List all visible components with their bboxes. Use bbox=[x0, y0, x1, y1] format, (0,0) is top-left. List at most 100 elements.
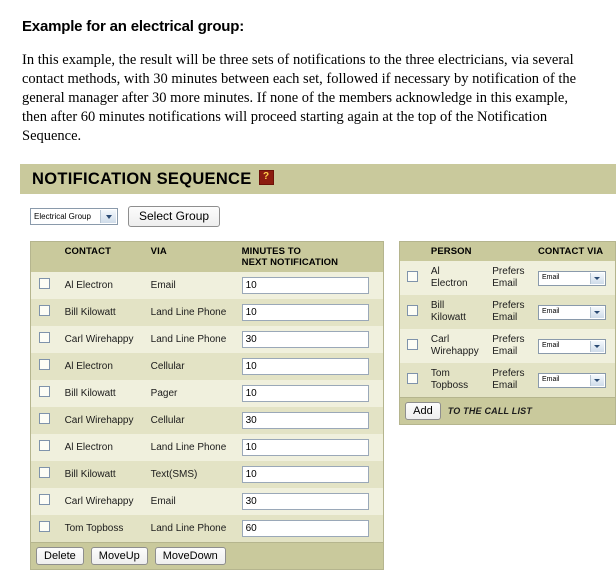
minutes-input[interactable] bbox=[241, 331, 369, 348]
person-prefers-cell: Prefers Email bbox=[486, 261, 532, 295]
person-name-cell: Tom Topboss bbox=[424, 363, 487, 397]
help-question-icon[interactable]: ? bbox=[258, 169, 274, 185]
row-select-cell bbox=[31, 488, 59, 515]
table-row: Bill Kilowatt Pager bbox=[31, 380, 384, 407]
table-row: Al Electron Land Line Phone bbox=[31, 434, 384, 461]
group-select-dropdown[interactable]: Electrical Group bbox=[30, 208, 118, 225]
prefers-line1: Prefers bbox=[492, 300, 525, 311]
table-row: Al Electron Email bbox=[31, 272, 384, 299]
row-checkbox[interactable] bbox=[39, 359, 51, 370]
row-checkbox[interactable] bbox=[39, 440, 51, 451]
row-select-cell bbox=[31, 407, 59, 434]
contact-via-value: Email bbox=[541, 308, 560, 315]
person-name-line2: Topboss bbox=[430, 380, 469, 391]
minutes-cell bbox=[235, 515, 384, 542]
moveup-button[interactable]: MoveUp bbox=[90, 547, 148, 565]
minutes-cell bbox=[235, 488, 384, 515]
person-table-head: PERSON CONTACT VIA bbox=[400, 242, 615, 261]
intro-paragraph: In this example, the result will be thre… bbox=[22, 52, 577, 144]
minutes-input[interactable] bbox=[241, 520, 369, 537]
minutes-input[interactable] bbox=[241, 358, 369, 375]
prefers-line2: Email bbox=[492, 278, 518, 289]
minutes-cell bbox=[235, 461, 384, 488]
row-select-cell bbox=[31, 353, 59, 380]
contact-via-cell: Email bbox=[144, 488, 236, 515]
row-checkbox[interactable] bbox=[39, 413, 51, 424]
table-row: Carl Wirehappy Cellular bbox=[31, 407, 384, 434]
contact-name-cell: Carl Wirehappy bbox=[58, 488, 145, 515]
minutes-input[interactable] bbox=[241, 412, 369, 429]
person-list-panel: PERSON CONTACT VIA Al Electron Prefers Emai… bbox=[399, 241, 616, 425]
person-select-cell bbox=[400, 261, 425, 295]
row-checkbox[interactable] bbox=[39, 386, 51, 397]
person-checkbox[interactable] bbox=[407, 304, 418, 316]
sequence-table-body: Al ElectronEmailBill KilowattLand Line P… bbox=[31, 272, 384, 542]
person-name-line1: Al bbox=[430, 266, 440, 277]
person-name-line1: Bill bbox=[430, 300, 445, 311]
person-checkbox[interactable] bbox=[407, 372, 418, 384]
chevron-down-icon bbox=[589, 374, 604, 386]
row-checkbox[interactable] bbox=[39, 521, 51, 532]
person-col-person: PERSON bbox=[424, 242, 487, 261]
contact-name-cell: Al Electron bbox=[58, 272, 145, 299]
person-select-cell bbox=[400, 295, 425, 329]
sequence-col-minutes-line2: NEXT NOTIFICATION bbox=[241, 257, 339, 268]
sequence-table-head: CONTACT VIA MINUTES TO NEXT NOTIFICATION bbox=[31, 242, 384, 272]
table-row: Carl Wirehappy Prefers Email Email bbox=[400, 329, 615, 363]
chevron-down-icon bbox=[100, 210, 116, 223]
minutes-input[interactable] bbox=[241, 385, 369, 402]
sequence-header-row: CONTACT VIA MINUTES TO NEXT NOTIFICATION bbox=[31, 242, 384, 272]
contact-via-cell: Cellular bbox=[144, 407, 236, 434]
row-select-cell bbox=[31, 434, 59, 461]
person-contact-via-cell: Email bbox=[531, 261, 615, 295]
contact-via-cell: Land Line Phone bbox=[144, 434, 236, 461]
row-checkbox[interactable] bbox=[39, 278, 51, 289]
person-contact-via-cell: Email bbox=[531, 295, 615, 329]
person-name-line2: Electron bbox=[430, 278, 468, 289]
minutes-input[interactable] bbox=[241, 277, 369, 294]
contact-via-value: Email bbox=[541, 342, 560, 349]
contact-name-cell: Tom Topboss bbox=[58, 515, 145, 542]
contact-via-dropdown[interactable]: Email bbox=[537, 304, 606, 320]
row-checkbox[interactable] bbox=[39, 305, 51, 316]
contact-via-cell: Cellular bbox=[144, 353, 236, 380]
table-row: Al Electron Prefers Email Email bbox=[400, 261, 615, 295]
minutes-input[interactable] bbox=[241, 493, 369, 510]
row-checkbox[interactable] bbox=[39, 332, 51, 343]
person-contact-via-cell: Email bbox=[531, 363, 615, 397]
prefers-line2: Email bbox=[492, 346, 518, 357]
person-checkbox[interactable] bbox=[407, 338, 418, 350]
minutes-cell bbox=[235, 326, 384, 353]
person-name-cell: Al Electron bbox=[424, 261, 487, 295]
prefers-line2: Email bbox=[492, 380, 518, 391]
row-checkbox[interactable] bbox=[39, 467, 51, 478]
person-footer-bar: Add TO THE CALL LIST bbox=[400, 397, 615, 424]
sequence-footer-bar: Delete MoveUp MoveDown bbox=[31, 542, 384, 569]
add-to-call-list-button[interactable]: Add bbox=[405, 402, 441, 420]
contact-via-dropdown[interactable]: Email bbox=[537, 372, 606, 388]
person-header-row: PERSON CONTACT VIA bbox=[400, 242, 615, 261]
contact-name-cell: Bill Kilowatt bbox=[58, 461, 145, 488]
chevron-down-icon bbox=[589, 340, 604, 352]
panels-container: CONTACT VIA MINUTES TO NEXT NOTIFICATION… bbox=[30, 241, 616, 570]
movedown-button[interactable]: MoveDown bbox=[154, 547, 226, 565]
delete-button[interactable]: Delete bbox=[36, 547, 84, 565]
person-checkbox[interactable] bbox=[407, 270, 418, 282]
person-select-cell bbox=[400, 363, 425, 397]
row-select-cell bbox=[31, 299, 59, 326]
minutes-cell bbox=[235, 434, 384, 461]
sequence-col-via: VIA bbox=[144, 242, 236, 272]
minutes-input[interactable] bbox=[241, 466, 369, 483]
person-prefers-cell: Prefers Email bbox=[486, 329, 532, 363]
select-group-button[interactable]: Select Group bbox=[128, 206, 221, 227]
group-selector-row: Electrical Group Select Group bbox=[30, 206, 616, 227]
section-header-bar: NOTIFICATION SEQUENCE ? bbox=[20, 164, 616, 194]
person-name-cell: Carl Wirehappy bbox=[424, 329, 487, 363]
row-checkbox[interactable] bbox=[39, 494, 51, 505]
minutes-input[interactable] bbox=[241, 304, 369, 321]
add-caption-label: TO THE CALL LIST bbox=[447, 406, 533, 416]
contact-via-dropdown[interactable]: Email bbox=[537, 338, 606, 354]
contact-name-cell: Al Electron bbox=[58, 434, 145, 461]
contact-via-dropdown[interactable]: Email bbox=[537, 270, 606, 286]
minutes-input[interactable] bbox=[241, 439, 369, 456]
